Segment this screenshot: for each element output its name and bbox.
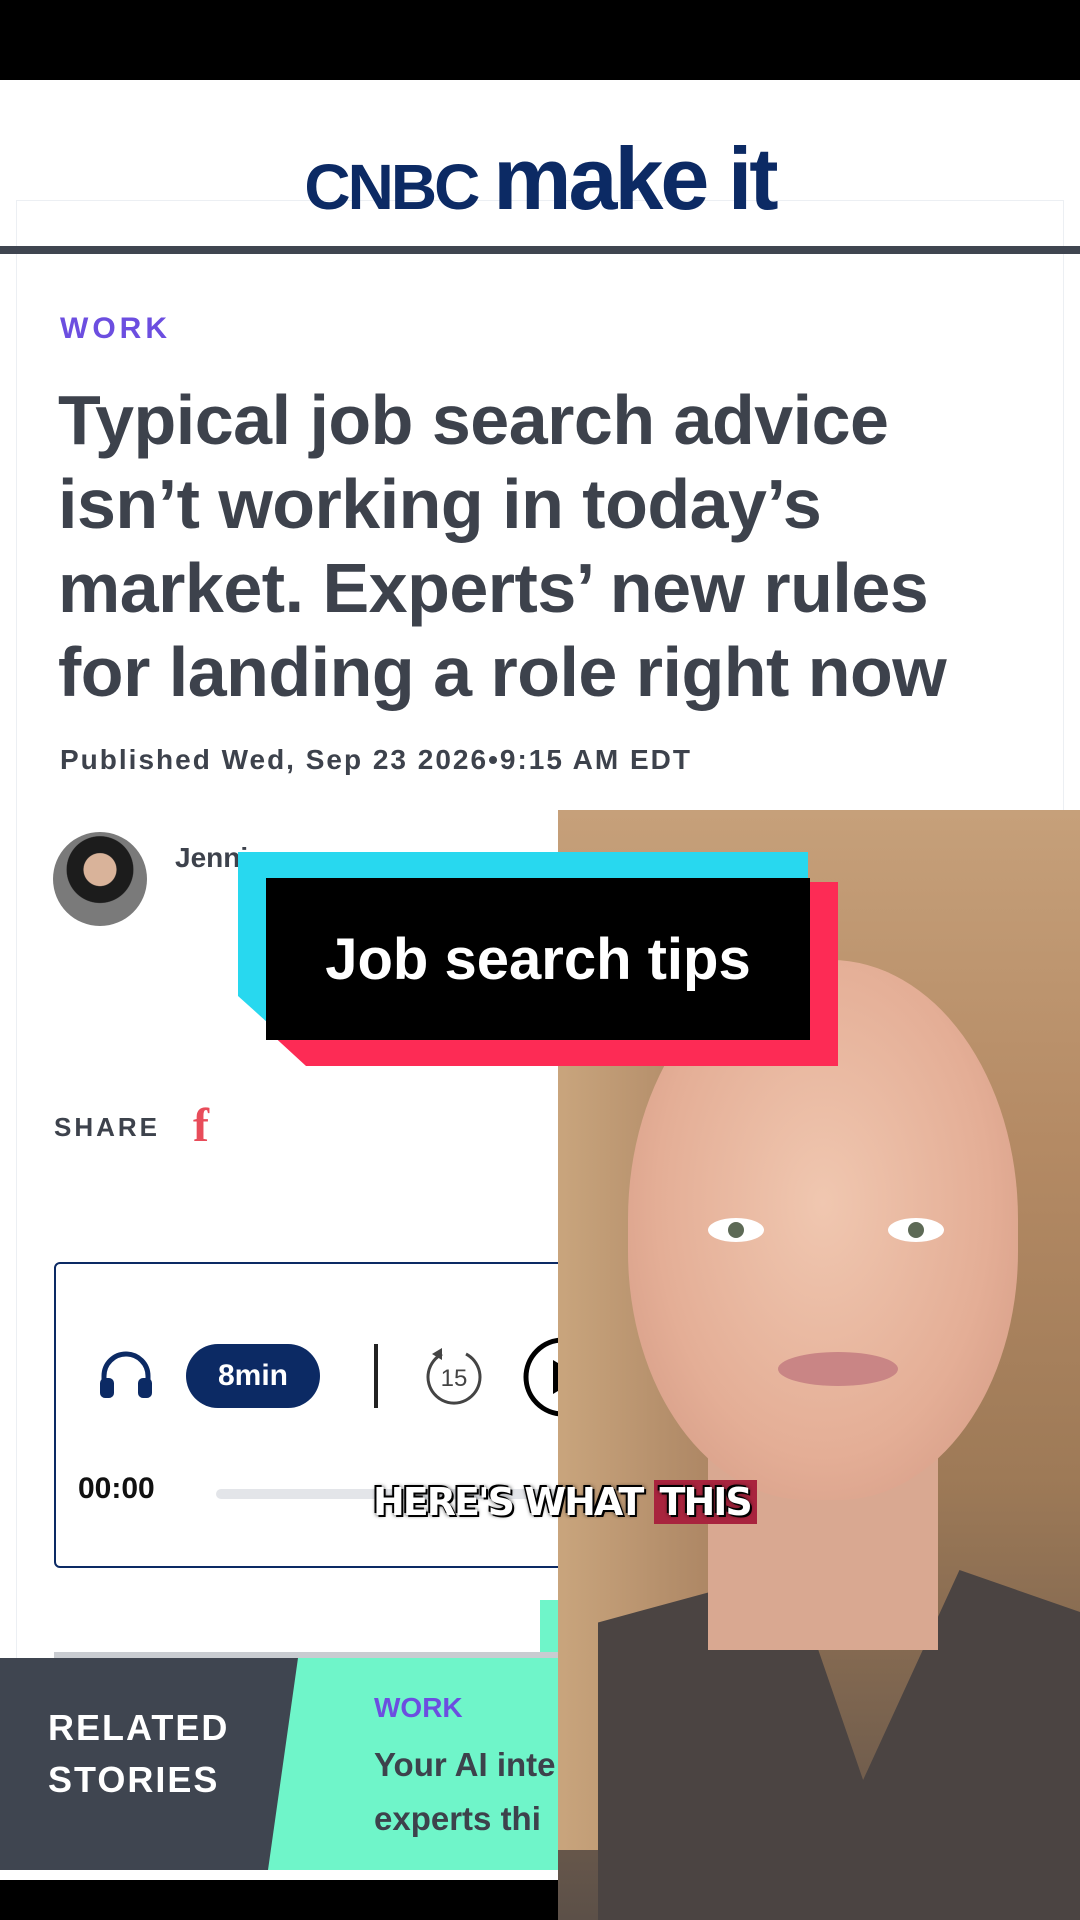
facebook-icon[interactable]: f xyxy=(193,1098,209,1153)
left-eye xyxy=(708,1218,764,1242)
duration-pill: 8min xyxy=(186,1344,320,1408)
author-avatar[interactable] xyxy=(53,832,147,926)
creator-mouth xyxy=(778,1352,898,1386)
published-date: Published Wed, Sep 23 2026•9:15 AM EDT xyxy=(60,744,692,775)
headphones-icon xyxy=(100,1351,152,1398)
current-time: 00:00 xyxy=(78,1472,155,1505)
brand-logo[interactable]: CNBC make it xyxy=(0,128,1080,230)
related-stories-label: RELATED STORIES xyxy=(48,1707,230,1800)
title-badge: Job search tips xyxy=(238,852,838,1066)
video-caption: HERE'S WHAT THIS xyxy=(373,1480,757,1524)
related-story-card[interactable]: WORK Your AI inte experts thi xyxy=(268,1658,568,1870)
header-rule xyxy=(0,246,1080,254)
badge-title: Job search tips xyxy=(266,878,810,1040)
ad-sliver xyxy=(540,1600,560,1660)
caption-highlight: THIS xyxy=(653,1480,757,1524)
caption-text: HERE'S WHAT xyxy=(373,1480,654,1524)
rewind-seconds: 15 xyxy=(441,1365,468,1392)
cnbc-wordmark: CNBC xyxy=(304,151,480,223)
makeit-wordmark: make it xyxy=(493,129,778,228)
share-label: SHARE xyxy=(54,1112,161,1142)
right-eye xyxy=(888,1218,944,1242)
section-label[interactable]: WORK xyxy=(60,312,171,346)
related-section: WORK xyxy=(374,1692,463,1723)
rewind-15-icon[interactable]: 15 xyxy=(422,1344,486,1408)
related-title: Your AI inte experts thi xyxy=(374,1746,556,1837)
article-headline: Typical job search advice isn’t working … xyxy=(58,381,947,711)
related-stories-bar: RELATED STORIES WORK Your AI inte expert… xyxy=(0,1658,568,1870)
player-divider xyxy=(374,1344,378,1408)
